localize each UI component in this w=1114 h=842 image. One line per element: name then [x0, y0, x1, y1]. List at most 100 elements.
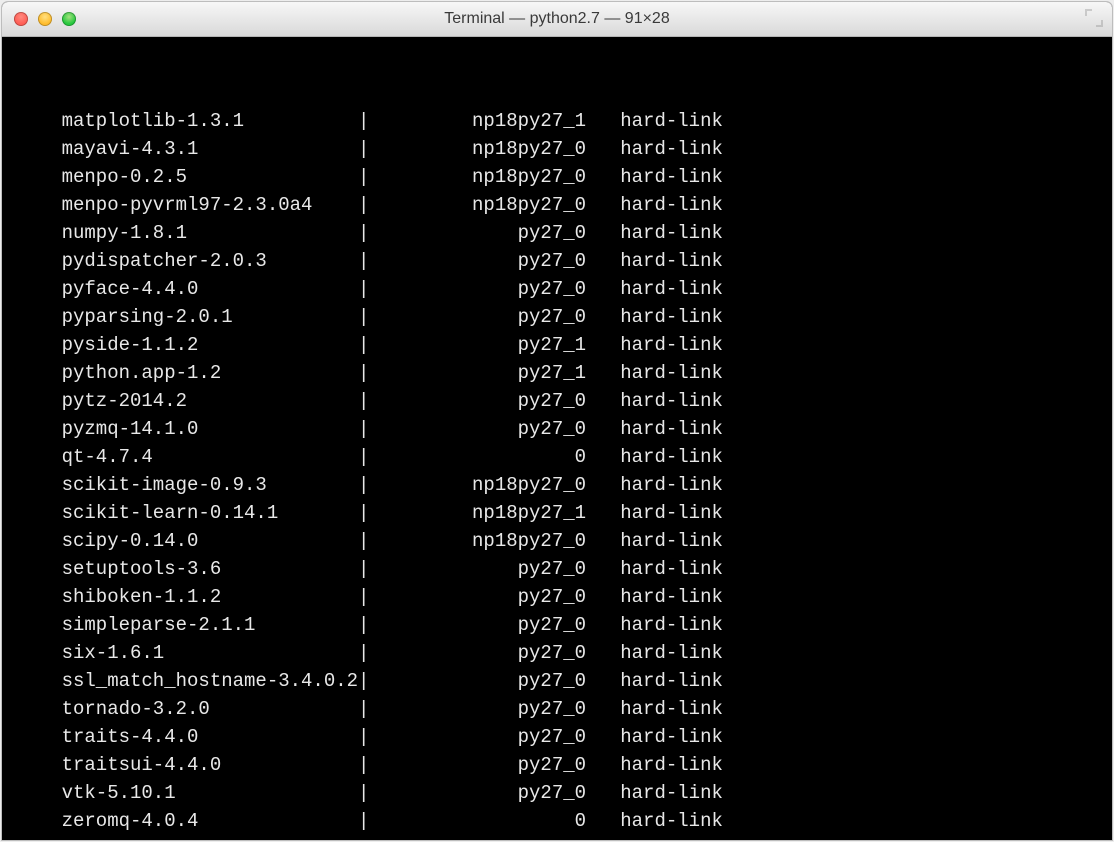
package-row: traits-4.4.0|py27_0hard-link: [16, 723, 1102, 751]
package-row: menpo-pyvrml97-2.3.0a4|np18py27_0hard-li…: [16, 191, 1102, 219]
package-build: np18py27_1: [381, 499, 586, 527]
link-type: hard-link: [620, 751, 723, 779]
link-type: hard-link: [620, 219, 723, 247]
link-type: hard-link: [620, 163, 723, 191]
link-type: hard-link: [620, 667, 723, 695]
terminal-output[interactable]: matplotlib-1.3.1|np18py27_1hard-linkmaya…: [2, 37, 1112, 840]
link-type: hard-link: [620, 303, 723, 331]
column-separator: |: [358, 807, 381, 835]
package-build: py27_0: [381, 247, 586, 275]
link-type: hard-link: [620, 723, 723, 751]
column-separator: |: [358, 611, 381, 639]
column-separator: |: [358, 527, 381, 555]
package-name: qt-4.7.4: [62, 443, 358, 471]
link-type: hard-link: [620, 135, 723, 163]
package-name: ssl_match_hostname-3.4.0.2: [62, 667, 358, 695]
column-separator: |: [358, 387, 381, 415]
column-separator: |: [358, 247, 381, 275]
package-row: tornado-3.2.0|py27_0hard-link: [16, 695, 1102, 723]
link-type: hard-link: [620, 359, 723, 387]
column-separator: |: [358, 499, 381, 527]
package-name: python.app-1.2: [62, 359, 358, 387]
package-row: shiboken-1.1.2|py27_0hard-link: [16, 583, 1102, 611]
link-type: hard-link: [620, 275, 723, 303]
link-type: hard-link: [620, 191, 723, 219]
link-type: hard-link: [620, 415, 723, 443]
link-type: hard-link: [620, 779, 723, 807]
link-type: hard-link: [620, 555, 723, 583]
package-row: pyparsing-2.0.1|py27_0hard-link: [16, 303, 1102, 331]
package-row: numpy-1.8.1|py27_0hard-link: [16, 219, 1102, 247]
column-separator: |: [358, 303, 381, 331]
package-name: matplotlib-1.3.1: [62, 107, 358, 135]
package-build: np18py27_0: [381, 527, 586, 555]
package-row: python.app-1.2|py27_1hard-link: [16, 359, 1102, 387]
link-type: hard-link: [620, 583, 723, 611]
column-separator: |: [358, 583, 381, 611]
package-build: py27_0: [381, 219, 586, 247]
column-separator: |: [358, 163, 381, 191]
column-separator: |: [358, 135, 381, 163]
package-name: traits-4.4.0: [62, 723, 358, 751]
column-separator: |: [358, 471, 381, 499]
package-name: pydispatcher-2.0.3: [62, 247, 358, 275]
fullscreen-icon[interactable]: [1084, 8, 1104, 28]
column-separator: |: [358, 275, 381, 303]
package-name: setuptools-3.6: [62, 555, 358, 583]
link-type: hard-link: [620, 247, 723, 275]
column-separator: |: [358, 555, 381, 583]
package-build: 0: [381, 443, 586, 471]
minimize-button[interactable]: [38, 12, 52, 26]
package-row: traitsui-4.4.0|py27_0 hard-link: [16, 751, 1102, 779]
package-name: numpy-1.8.1: [62, 219, 358, 247]
package-name: scikit-image-0.9.3: [62, 471, 358, 499]
package-name: pyside-1.1.2: [62, 331, 358, 359]
package-name: pyface-4.4.0: [62, 275, 358, 303]
column-separator: |: [358, 639, 381, 667]
package-name: tornado-3.2.0: [62, 695, 358, 723]
package-build: np18py27_0: [381, 135, 586, 163]
package-row: pytz-2014.2|py27_0hard-link: [16, 387, 1102, 415]
package-row: scipy-0.14.0|np18py27_0hard-link: [16, 527, 1102, 555]
link-type: hard-link: [620, 499, 723, 527]
window-title: Terminal — python2.7 — 91×28: [2, 10, 1112, 28]
close-button[interactable]: [14, 12, 28, 26]
package-build: py27_0: [381, 611, 586, 639]
link-type: hard-link: [620, 471, 723, 499]
column-separator: |: [358, 331, 381, 359]
link-type: hard-link: [620, 695, 723, 723]
package-row: pyside-1.1.2|py27_1hard-link: [16, 331, 1102, 359]
package-row: scikit-image-0.9.3|np18py27_0hard-link: [16, 471, 1102, 499]
package-row: zeromq-4.0.4|0hard-link: [16, 807, 1102, 835]
link-type: hard-link: [620, 107, 723, 135]
package-name: menpo-pyvrml97-2.3.0a4: [62, 191, 358, 219]
package-build: py27_0: [381, 387, 586, 415]
link-type: hard-link: [620, 527, 723, 555]
package-build: py27_0: [381, 555, 586, 583]
package-name: six-1.6.1: [62, 639, 358, 667]
link-type: hard-link: [620, 639, 723, 667]
column-separator: |: [358, 443, 381, 471]
package-build: py27_0: [381, 751, 586, 779]
package-name: zeromq-4.0.4: [62, 807, 358, 835]
package-name: traitsui-4.4.0: [62, 751, 358, 779]
package-name: pyzmq-14.1.0: [62, 415, 358, 443]
package-list: matplotlib-1.3.1|np18py27_1hard-linkmaya…: [16, 107, 1102, 835]
column-separator: |: [358, 751, 381, 779]
column-separator: |: [358, 667, 381, 695]
package-build: py27_0: [381, 667, 586, 695]
package-row: scikit-learn-0.14.1|np18py27_1hard-link: [16, 499, 1102, 527]
package-build: py27_0: [381, 639, 586, 667]
zoom-button[interactable]: [62, 12, 76, 26]
titlebar[interactable]: Terminal — python2.7 — 91×28: [2, 2, 1112, 37]
link-type: hard-link: [620, 443, 723, 471]
link-type: hard-link: [620, 611, 723, 639]
column-separator: |: [358, 723, 381, 751]
column-separator: |: [358, 191, 381, 219]
package-build: py27_0: [381, 779, 586, 807]
package-row: setuptools-3.6|py27_0 hard-link: [16, 555, 1102, 583]
package-row: matplotlib-1.3.1|np18py27_1hard-link: [16, 107, 1102, 135]
package-build: np18py27_1: [381, 107, 586, 135]
package-build: 0: [381, 807, 586, 835]
package-build: py27_1: [381, 359, 586, 387]
